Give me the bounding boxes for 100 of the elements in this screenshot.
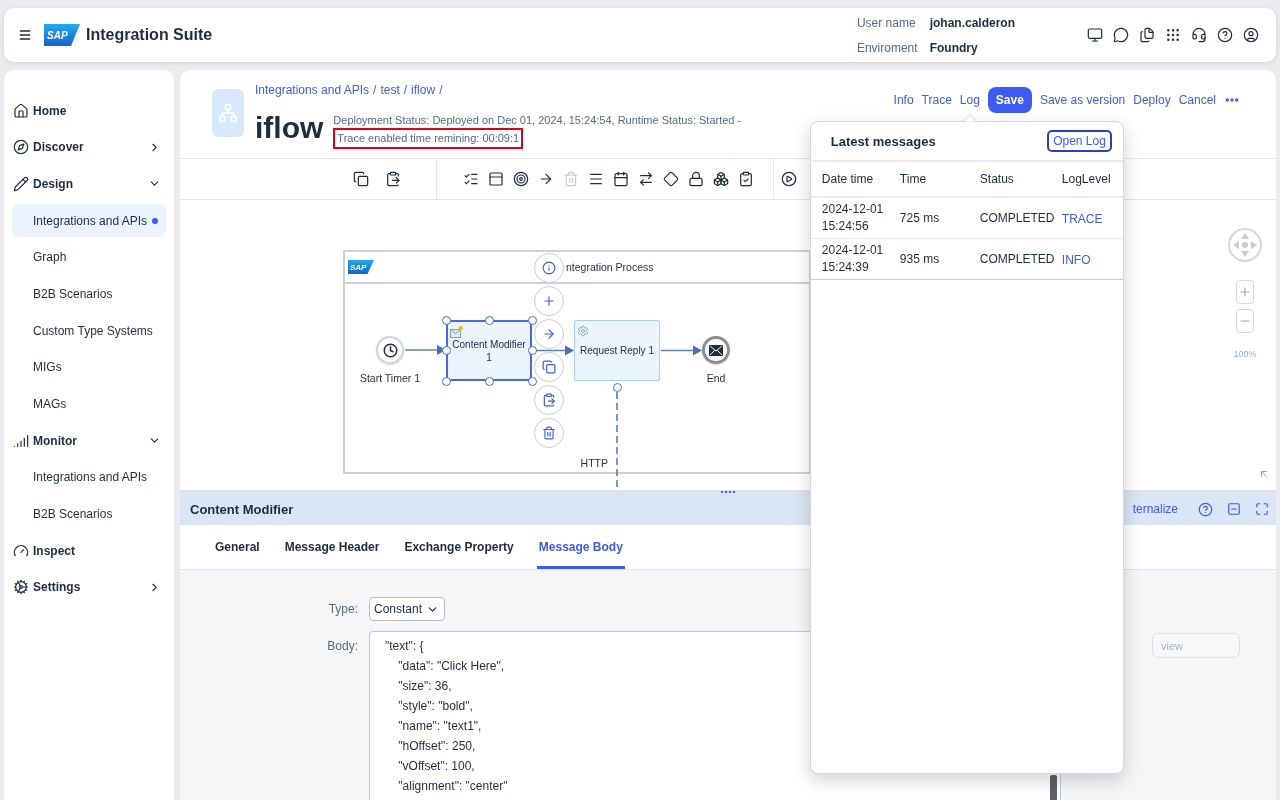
sidebar-item[interactable]: B2B Scenarios xyxy=(12,497,166,531)
field-label: Body: xyxy=(326,639,359,653)
table-cell-text: COMPLETED xyxy=(979,209,1056,227)
sap-logo: SAP xyxy=(44,24,80,46)
action-link[interactable]: Log xyxy=(959,87,980,113)
expand-corners-icon[interactable] xyxy=(1255,502,1269,516)
end-event[interactable] xyxy=(702,336,730,364)
sidebar-item[interactable]: Monitor xyxy=(12,424,166,458)
breadcrumb-separator: / xyxy=(373,82,377,97)
open-log-button[interactable]: Open Log xyxy=(1047,130,1112,152)
clipboard-icon xyxy=(542,393,556,407)
sidebar-item[interactable]: Graph xyxy=(12,240,166,274)
clipboard-icon[interactable] xyxy=(385,171,401,187)
calendar-icon[interactable] xyxy=(612,171,629,187)
documents-icon[interactable] xyxy=(1139,27,1155,43)
sidebar-item[interactable]: MAGs xyxy=(12,387,166,421)
resize-handle[interactable] xyxy=(441,346,451,355)
content-modifier-step[interactable]: Content Modifier 1 xyxy=(446,320,532,381)
log-level-link[interactable]: INFO xyxy=(1061,253,1091,267)
plus-icon xyxy=(1238,285,1252,299)
gauge-icon xyxy=(13,542,29,559)
type-select[interactable]: Constant xyxy=(369,597,445,621)
cog-icon xyxy=(13,579,29,596)
square-minus-icon[interactable] xyxy=(1227,502,1241,516)
sidebar-item[interactable]: Design xyxy=(12,167,166,201)
table-cell-text: COMPLETED xyxy=(979,250,1056,268)
artifact-title: iflow xyxy=(255,111,324,145)
chat-bubble-icon[interactable] xyxy=(1113,27,1129,43)
resize-handle[interactable] xyxy=(527,346,537,355)
resize-handle[interactable] xyxy=(527,315,537,325)
lock-icon[interactable] xyxy=(687,171,704,187)
zoom-level: 100% xyxy=(1233,349,1257,359)
headset-icon[interactable] xyxy=(1191,27,1207,43)
context-pad-button[interactable] xyxy=(534,253,564,283)
user-icon[interactable] xyxy=(1243,27,1259,43)
sidebar-item[interactable]: Integrations and APIs xyxy=(12,460,166,494)
context-pad-button[interactable] xyxy=(534,319,564,349)
resize-handle[interactable] xyxy=(441,376,451,386)
user-info-label: User name xyxy=(856,15,917,30)
sidebar-item[interactable]: Home xyxy=(12,94,166,127)
request-reply-step[interactable]: Request Reply 1 xyxy=(574,320,660,381)
help-icon[interactable] xyxy=(1217,27,1233,43)
deployment-status: Deployment Status: Deployed on Dec 01, 2024, 15:24:54, Runtime Status: Started - xyxy=(333,113,742,128)
start-event[interactable] xyxy=(376,336,404,364)
swap-arrows-icon[interactable] xyxy=(637,171,654,187)
panel-icon[interactable] xyxy=(487,171,504,187)
monitor-icon[interactable] xyxy=(1087,27,1103,43)
context-pad-button[interactable] xyxy=(534,385,564,415)
target-icon[interactable] xyxy=(512,171,529,187)
log-level-link[interactable]: TRACE xyxy=(1061,212,1103,226)
sidebar-item[interactable]: B2B Scenarios xyxy=(12,277,166,311)
diamond-icon[interactable] xyxy=(662,171,679,187)
context-pad-button[interactable] xyxy=(534,352,564,382)
save-button[interactable]: Save xyxy=(987,87,1032,113)
sap-logo: SAP xyxy=(348,260,374,274)
sidebar-item[interactable]: Settings xyxy=(12,570,166,604)
copy-icon xyxy=(542,360,556,374)
sidebar-item[interactable]: Integrations and APIs xyxy=(12,204,166,238)
menu-icon[interactable] xyxy=(18,28,32,42)
externalize-link[interactable]: ternalize xyxy=(1132,502,1178,516)
copy-icon[interactable] xyxy=(353,171,369,187)
context-pad-button[interactable] xyxy=(534,418,564,448)
sidebar-item[interactable]: Inspect xyxy=(12,534,166,568)
sidebar-item[interactable]: MIGs xyxy=(12,350,166,384)
breadcrumb-link[interactable]: test xyxy=(380,82,400,97)
play-icon[interactable] xyxy=(781,171,797,187)
breadcrumb-link[interactable]: Integrations and APIs xyxy=(255,82,370,97)
lines-icon[interactable] xyxy=(587,171,604,187)
sidebar-item[interactable]: Custom Type Systems xyxy=(12,314,166,348)
action-link[interactable]: Cancel xyxy=(1178,87,1216,113)
tab[interactable]: Message Header xyxy=(282,525,382,569)
breadcrumb-link[interactable]: iflow xyxy=(411,82,436,97)
resize-handle[interactable] xyxy=(484,315,494,325)
column-header: Time xyxy=(899,172,928,186)
node-label: Start Timer 1 xyxy=(359,372,421,385)
tab[interactable]: General xyxy=(213,525,262,569)
resize-handle[interactable] xyxy=(484,376,494,386)
clipboard-check-icon[interactable] xyxy=(737,171,754,187)
checklist-icon[interactable] xyxy=(462,171,479,187)
dot-grid-icon[interactable] xyxy=(1165,27,1181,43)
sidebar-item[interactable]: Discover xyxy=(12,130,166,164)
node-label: Request Reply 1 xyxy=(580,344,654,357)
plus-icon xyxy=(542,294,556,308)
envelope-icon xyxy=(450,326,463,338)
scrollbar-thumb[interactable] xyxy=(1050,775,1057,800)
grip-dots-icon[interactable] xyxy=(721,489,735,494)
user-info-label: Enviroment xyxy=(856,40,918,55)
anchor-point-icon[interactable] xyxy=(612,383,622,392)
resize-handle[interactable] xyxy=(527,376,537,386)
action-link[interactable]: Trace xyxy=(921,87,952,113)
action-link[interactable]: Info xyxy=(893,87,914,113)
connection-label: HTTP xyxy=(580,457,608,469)
boxes-icon[interactable] xyxy=(712,171,729,187)
envelope-icon xyxy=(709,344,723,356)
action-link[interactable]: Save as version xyxy=(1039,87,1126,113)
tab[interactable]: Exchange Property xyxy=(402,525,516,569)
column-header: LogLevel xyxy=(1061,172,1112,186)
action-link[interactable]: Deploy xyxy=(1133,87,1171,113)
resize-handle[interactable] xyxy=(441,315,451,325)
column-header: Status xyxy=(979,172,1015,186)
